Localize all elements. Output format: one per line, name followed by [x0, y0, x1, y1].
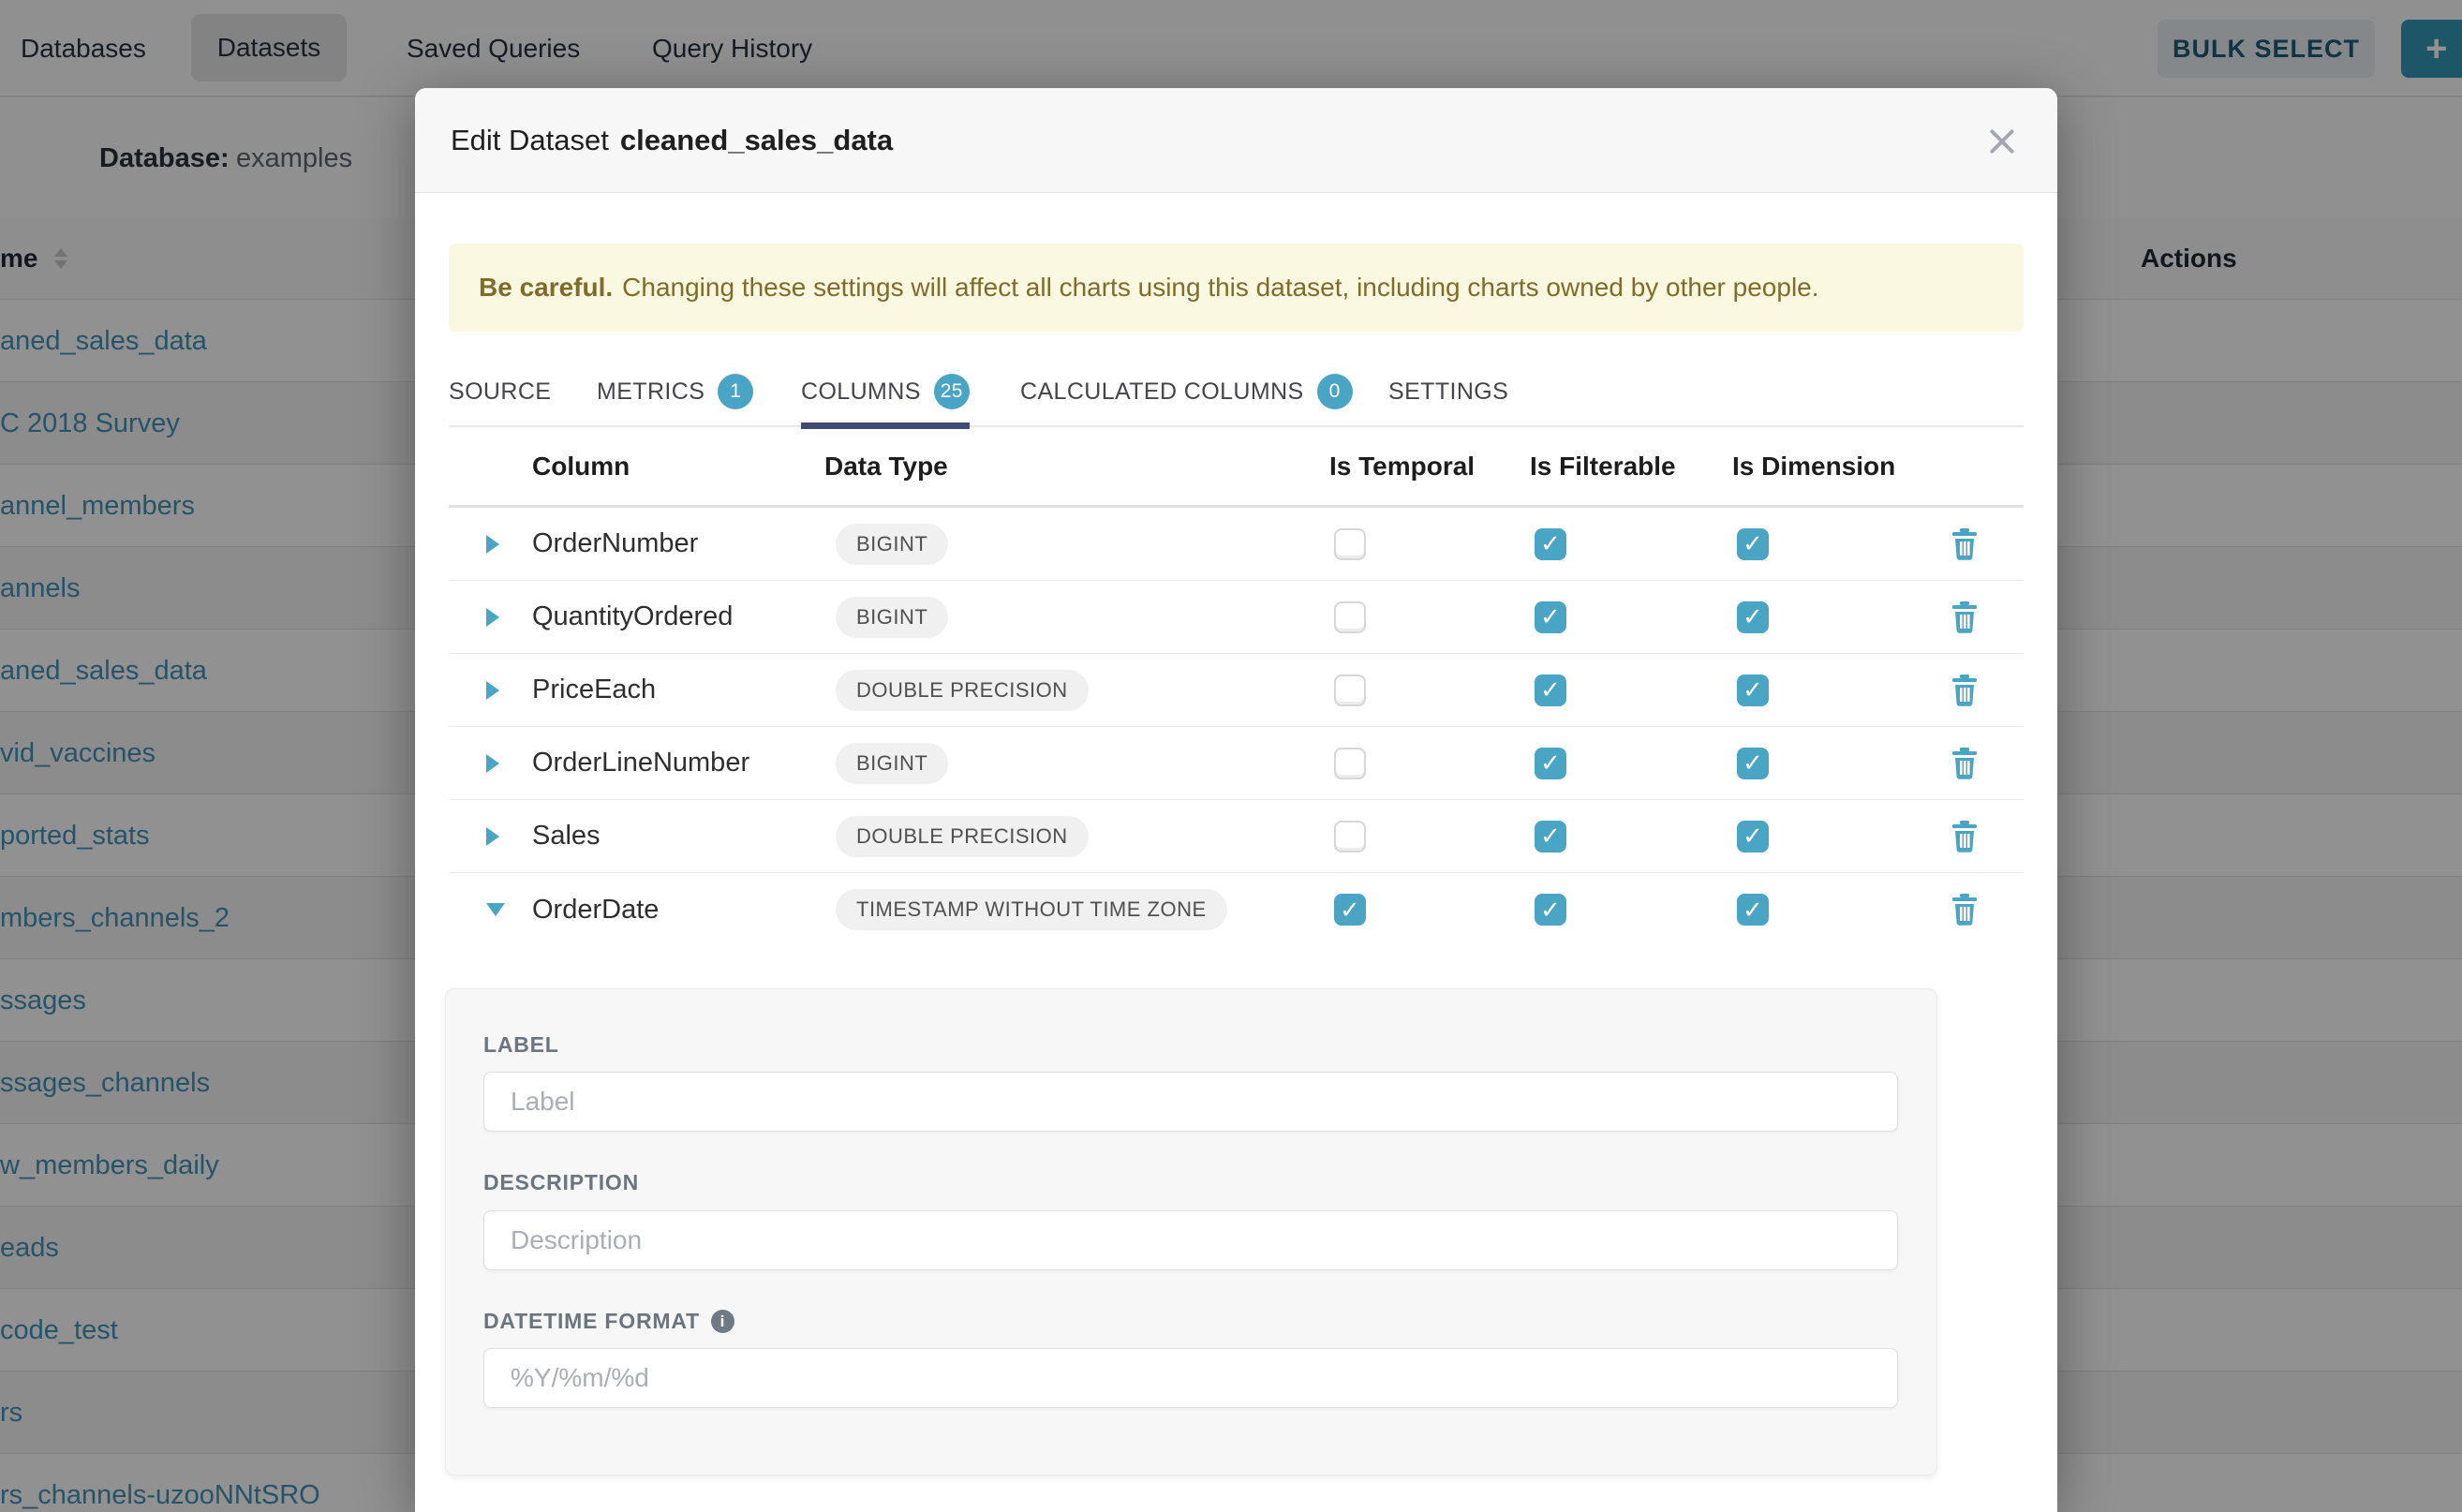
is-filterable-checkbox[interactable]: [1535, 894, 1566, 926]
column-row: QuantityOrdered BIGINT: [449, 581, 2024, 654]
data-type-pill: TIMESTAMP WITHOUT TIME ZONE: [836, 889, 1227, 930]
column-detail-panel: LABEL DESCRIPTION DATETIME FORMAT i: [445, 988, 1937, 1475]
screen: Databases Datasets Saved Queries Query H…: [0, 0, 2462, 1512]
is-temporal-checkbox[interactable]: [1334, 821, 1366, 852]
expand-caret-icon[interactable]: [486, 535, 499, 554]
warning-banner-text: Changing these settings will affect all …: [622, 273, 1818, 303]
datetime-format-input[interactable]: [483, 1348, 1898, 1408]
columns-table-header: Column Data Type Is Temporal Is Filterab…: [449, 427, 2024, 508]
expand-caret-icon[interactable]: [486, 827, 499, 846]
modal-title-dataset-name: cleaned_sales_data: [620, 124, 893, 157]
column-name: PriceEach: [532, 654, 656, 726]
is-dimension-header: Is Dimension: [1732, 427, 1895, 505]
modal-title-prefix: Edit Dataset: [451, 124, 609, 157]
expand-caret-icon[interactable]: [486, 903, 505, 916]
data-type-pill: DOUBLE PRECISION: [836, 670, 1089, 711]
delete-column-icon[interactable]: [1950, 674, 1979, 706]
column-row: OrderNumber BIGINT: [449, 508, 2024, 581]
tab-source[interactable]: SOURCE: [449, 356, 551, 427]
column-name: QuantityOrdered: [532, 581, 733, 653]
field-label-text: DATETIME FORMAT: [483, 1309, 700, 1334]
is-filterable-checkbox[interactable]: [1535, 528, 1566, 560]
description-field-label: DESCRIPTION: [483, 1170, 639, 1195]
delete-column-icon[interactable]: [1950, 601, 1979, 633]
label-input[interactable]: [483, 1072, 1898, 1132]
tab-metrics[interactable]: METRICS 1: [597, 356, 753, 427]
warning-banner-bold: Be careful.: [479, 273, 613, 303]
tab-count-badge: 1: [718, 374, 753, 409]
expand-caret-icon[interactable]: [486, 608, 499, 627]
data-type-header: Data Type: [824, 427, 948, 505]
is-temporal-checkbox[interactable]: [1334, 528, 1366, 560]
is-temporal-checkbox[interactable]: [1334, 894, 1366, 926]
is-dimension-checkbox[interactable]: [1737, 748, 1769, 779]
column-name: OrderDate: [532, 873, 659, 946]
is-filterable-checkbox[interactable]: [1535, 748, 1566, 779]
is-temporal-header: Is Temporal: [1329, 427, 1475, 505]
column-name: OrderNumber: [532, 508, 698, 580]
close-icon[interactable]: [1986, 126, 2018, 157]
tab-label: METRICS: [597, 378, 704, 406]
data-type-pill: BIGINT: [836, 743, 948, 784]
delete-column-icon[interactable]: [1950, 748, 1979, 779]
is-filterable-checkbox[interactable]: [1535, 674, 1566, 706]
modal-tabs: SOURCE METRICS 1 COLUMNS 25 CALCULATED C…: [449, 356, 2024, 427]
tab-settings[interactable]: SETTINGS: [1388, 356, 1508, 427]
datetime-format-field-label: DATETIME FORMAT i: [483, 1309, 734, 1334]
delete-column-icon[interactable]: [1950, 821, 1979, 852]
data-type-pill: BIGINT: [836, 524, 948, 565]
is-dimension-checkbox[interactable]: [1737, 601, 1769, 633]
label-field-label: LABEL: [483, 1032, 559, 1058]
data-type-pill: DOUBLE PRECISION: [836, 816, 1089, 857]
column-row: PriceEach DOUBLE PRECISION: [449, 654, 2024, 727]
tab-count-badge: 0: [1317, 374, 1353, 409]
expand-caret-icon[interactable]: [486, 681, 499, 700]
is-dimension-checkbox[interactable]: [1737, 674, 1769, 706]
column-row: OrderLineNumber BIGINT: [449, 727, 2024, 800]
column-header: Column: [532, 427, 630, 505]
modal-title: Edit Dataset cleaned_sales_data: [451, 88, 893, 193]
columns-table: Column Data Type Is Temporal Is Filterab…: [449, 427, 2024, 1475]
columns-table-body: OrderNumber BIGINT: [449, 508, 2024, 946]
tab-label: CALCULATED COLUMNS: [1020, 378, 1304, 406]
modal-header: Edit Dataset cleaned_sales_data: [415, 88, 2057, 193]
column-row: OrderDate TIMESTAMP WITHOUT TIME ZONE: [449, 873, 2024, 946]
tab-calculated-columns[interactable]: CALCULATED COLUMNS 0: [1020, 356, 1353, 427]
is-dimension-checkbox[interactable]: [1737, 528, 1769, 560]
data-type-pill: BIGINT: [836, 597, 948, 638]
tab-columns[interactable]: COLUMNS 25: [801, 356, 970, 427]
edit-dataset-modal: Edit Dataset cleaned_sales_data Be caref…: [415, 88, 2057, 1512]
tab-label: SOURCE: [449, 378, 551, 406]
is-dimension-checkbox[interactable]: [1737, 894, 1769, 926]
column-name: Sales: [532, 800, 601, 872]
is-temporal-checkbox[interactable]: [1334, 748, 1366, 779]
description-input[interactable]: [483, 1210, 1898, 1270]
info-icon[interactable]: i: [711, 1310, 734, 1333]
is-filterable-checkbox[interactable]: [1535, 821, 1566, 852]
tab-label: COLUMNS: [801, 378, 921, 406]
column-row: Sales DOUBLE PRECISION: [449, 800, 2024, 873]
is-filterable-header: Is Filterable: [1530, 427, 1676, 505]
field-label-text: DESCRIPTION: [483, 1170, 639, 1195]
is-dimension-checkbox[interactable]: [1737, 821, 1769, 852]
field-label-text: LABEL: [483, 1032, 559, 1058]
modal-body: Be careful. Changing these settings will…: [415, 244, 2057, 1475]
is-temporal-checkbox[interactable]: [1334, 674, 1366, 706]
tab-count-badge: 25: [934, 374, 970, 409]
tab-label: SETTINGS: [1388, 378, 1508, 406]
warning-banner: Be careful. Changing these settings will…: [449, 244, 2024, 332]
is-filterable-checkbox[interactable]: [1535, 601, 1566, 633]
is-temporal-checkbox[interactable]: [1334, 601, 1366, 633]
column-name: OrderLineNumber: [532, 727, 749, 799]
delete-column-icon[interactable]: [1950, 894, 1979, 926]
delete-column-icon[interactable]: [1950, 528, 1979, 560]
expand-caret-icon[interactable]: [486, 754, 499, 773]
